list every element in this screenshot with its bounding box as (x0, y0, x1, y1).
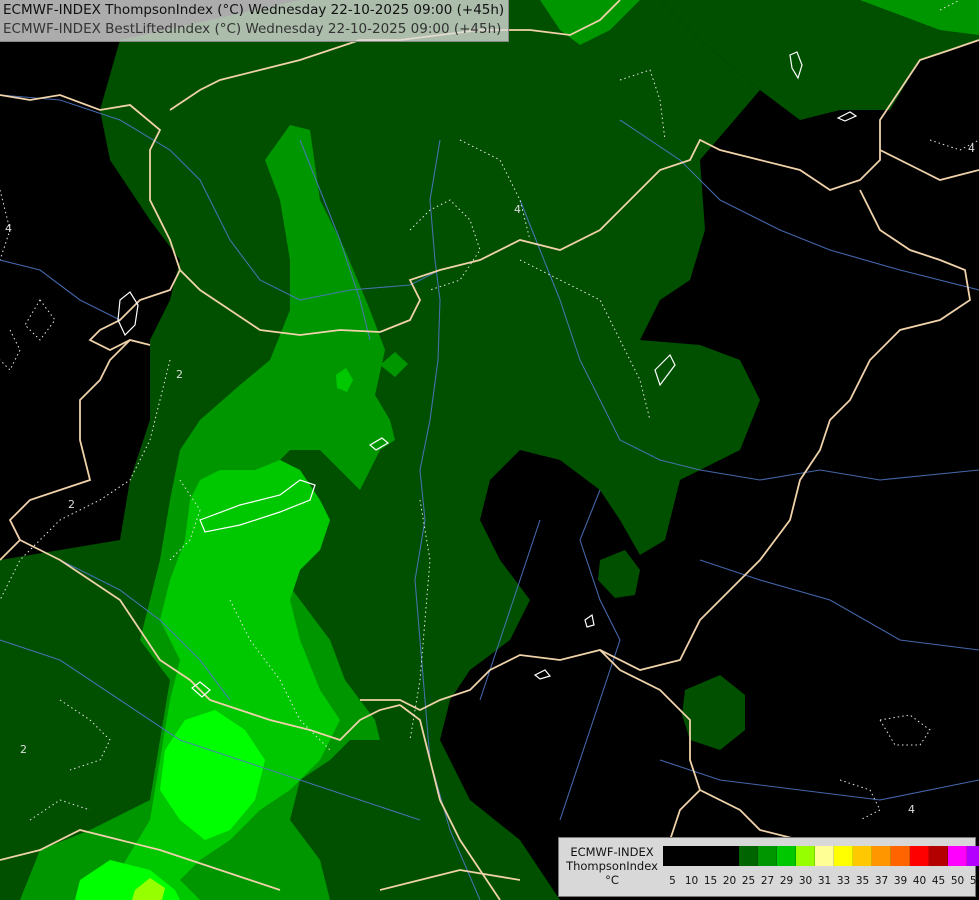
legend-tick-label: 50 (950, 875, 965, 887)
legend-tick-label: 20 (722, 875, 737, 887)
legend-tick-labels: 51015202527293031333537394045505560 (663, 874, 979, 888)
legend-tick-label: 31 (817, 875, 832, 887)
legend-swatch (739, 846, 758, 866)
legend-title-parameter: ThompsonIndex (566, 859, 658, 873)
contour-label: 2 (20, 743, 27, 756)
title-line-best-lifted-index: ECMWF-INDEX BestLiftedIndex (°C) Wednesd… (3, 21, 502, 37)
legend-swatch (682, 846, 701, 866)
legend-tick-label: 40 (912, 875, 927, 887)
legend-swatch (834, 846, 853, 866)
legend-swatch (796, 846, 815, 866)
legend-tick-label: 45 (931, 875, 946, 887)
legend-tick-label: 25 (741, 875, 756, 887)
contour-label: 4 (5, 222, 12, 235)
legend-title-model: ECMWF-INDEX (570, 845, 654, 859)
legend-swatch (777, 846, 796, 866)
legend-tick-label: 30 (798, 875, 813, 887)
legend-swatch (853, 846, 872, 866)
legend-tick-label: 10 (684, 875, 699, 887)
legend-tick-label: 55 (969, 875, 979, 887)
legend-swatch (967, 846, 979, 866)
legend-tick-label: 39 (893, 875, 908, 887)
legend-tick-label: 27 (760, 875, 775, 887)
legend-title: ECMWF-INDEX ThompsonIndex °C (563, 845, 661, 887)
legend-swatch (663, 846, 682, 866)
contour-label: 4 (908, 803, 915, 816)
legend-swatch (891, 846, 910, 866)
legend-swatch (910, 846, 929, 866)
map-title: ECMWF-INDEX ThompsonIndex (°C) Wednesday… (0, 0, 510, 42)
weather-map: 4 4 4 2 2 2 4 ECMWF-INDEX ThompsonIndex … (0, 0, 979, 900)
legend-swatch (720, 846, 739, 866)
legend-tick-label: 29 (779, 875, 794, 887)
legend-swatch (701, 846, 720, 866)
contour-label: 2 (68, 498, 75, 511)
legend-swatch (948, 846, 967, 866)
color-legend: ECMWF-INDEX ThompsonIndex °C 5 10 15 20 25 27… (558, 837, 979, 897)
legend-swatch (815, 846, 834, 866)
title-line-thompson-index: ECMWF-INDEX ThompsonIndex (°C) Wednesday… (3, 2, 505, 18)
contour-label: 2 (176, 368, 183, 381)
contour-label: 4 (968, 142, 975, 155)
legend-swatch (929, 846, 948, 866)
legend-swatch (872, 846, 891, 866)
legend-swatch (758, 846, 777, 866)
contour-label: 4 (514, 203, 521, 216)
legend-swatches (663, 846, 979, 866)
legend-tick-label: 37 (874, 875, 889, 887)
legend-tick-label: 35 (855, 875, 870, 887)
legend-tick-label: 33 (836, 875, 851, 887)
legend-tick-label: 15 (703, 875, 718, 887)
legend-title-unit: °C (605, 873, 619, 887)
legend-tick-label: 5 (669, 875, 676, 887)
map-canvas: 4 4 4 2 2 2 4 (0, 0, 979, 900)
